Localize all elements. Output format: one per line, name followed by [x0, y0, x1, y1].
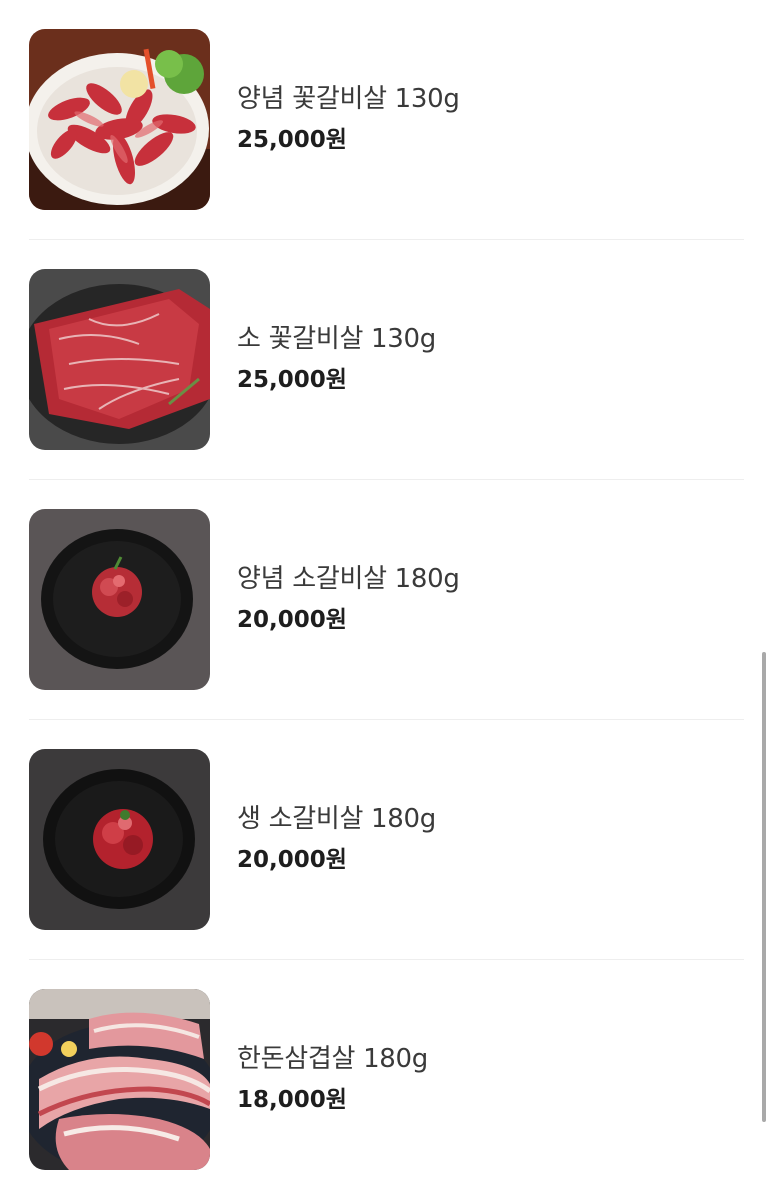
menu-item-info: 소 꽃갈비살 130g 25,000원: [237, 321, 436, 395]
menu-item-info: 생 소갈비살 180g 20,000원: [237, 801, 436, 875]
marinated-rib-plate-image: [29, 509, 210, 690]
menu-item-name: 소 꽃갈비살 130g: [237, 324, 436, 354]
menu-item[interactable]: 양념 소갈비살 180g 20,000원: [29, 509, 744, 690]
menu-item-image[interactable]: [29, 749, 210, 930]
menu-item-price: 25,000원: [237, 127, 347, 153]
menu-item-image[interactable]: [29, 989, 210, 1170]
menu-item-info: 양념 소갈비살 180g 20,000원: [237, 561, 460, 635]
menu-item-image[interactable]: [29, 29, 210, 210]
scrollbar[interactable]: [762, 652, 766, 1122]
menu-item-name: 양념 소갈비살 180g: [237, 564, 460, 594]
divider: [29, 959, 744, 960]
divider: [29, 479, 744, 480]
menu-item[interactable]: 한돈삼겹살 180g 18,000원: [29, 989, 744, 1170]
menu-item-price: 25,000원: [237, 367, 347, 393]
marinated-short-rib-image: [29, 29, 210, 210]
menu-item-info: 한돈삼겹살 180g 18,000원: [237, 1041, 428, 1115]
menu-item-price: 20,000원: [237, 607, 347, 633]
divider: [29, 239, 744, 240]
menu-item-info: 양념 꽃갈비살 130g 25,000원: [237, 81, 460, 155]
menu-item-image[interactable]: [29, 509, 210, 690]
raw-rib-plate-image: [29, 749, 210, 930]
menu-item-price: 20,000원: [237, 847, 347, 873]
menu-item[interactable]: 생 소갈비살 180g 20,000원: [29, 749, 744, 930]
pork-belly-image: [29, 989, 210, 1170]
menu-item-name: 생 소갈비살 180g: [237, 804, 436, 834]
menu-item[interactable]: 소 꽃갈비살 130g 25,000원: [29, 269, 744, 450]
menu-item-name: 한돈삼겹살 180g: [237, 1044, 428, 1074]
divider: [29, 719, 744, 720]
menu-item-name: 양념 꽃갈비살 130g: [237, 84, 460, 114]
menu-item[interactable]: 양념 꽃갈비살 130g 25,000원: [29, 29, 744, 210]
menu-item-price: 18,000원: [237, 1087, 347, 1113]
beef-short-rib-image: [29, 269, 210, 450]
menu-item-image[interactable]: [29, 269, 210, 450]
